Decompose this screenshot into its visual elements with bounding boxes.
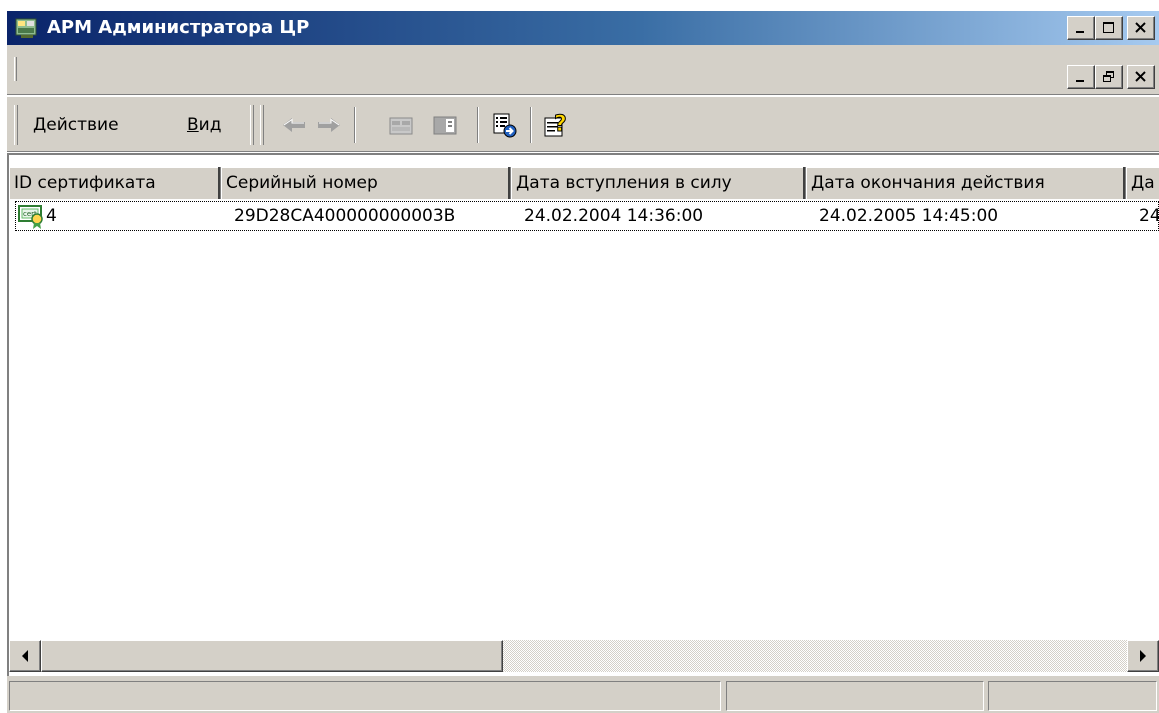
window-title: АРМ Администратора ЦР [47, 17, 310, 38]
menu-action-label: ействие [46, 115, 119, 135]
menu-action[interactable]: Действие [29, 110, 123, 140]
close-icon [1135, 71, 1146, 82]
column-header-serial[interactable]: Серийный номер [221, 167, 511, 199]
mdi-child-bar [7, 45, 1159, 95]
back-arrow-icon [283, 118, 305, 132]
cell-valid-to: 24.02.2005 14:45:00 [819, 206, 999, 226]
toolbar: Действие Вид ? [7, 96, 1159, 152]
status-pane-main [9, 681, 721, 711]
up-level-icon [389, 117, 413, 135]
cell-serial: 29D28CA400000000003B [234, 206, 456, 226]
scroll-thumb[interactable] [41, 640, 503, 672]
minimize-icon [1076, 80, 1084, 82]
menu-grip [14, 105, 18, 145]
forward-arrow-icon [318, 118, 340, 132]
menu-view-label: ид [198, 115, 222, 135]
close-button[interactable] [1127, 16, 1155, 40]
child-close-button[interactable] [1127, 65, 1155, 89]
right-triangle-icon [1140, 650, 1146, 662]
export-list-button[interactable] [487, 108, 521, 142]
column-header-valid-from[interactable]: Дата вступления в силу [511, 167, 806, 199]
minimize-icon [1076, 31, 1084, 33]
cell-cert-id: 4 [46, 206, 57, 226]
menu-action-accel: Д [33, 115, 47, 135]
column-header-valid-to[interactable]: Дата окончания действия [806, 167, 1126, 199]
show-hide-tree-icon [433, 116, 457, 135]
child-minimize-button[interactable] [1067, 65, 1095, 89]
scroll-right-button[interactable] [1127, 640, 1159, 672]
column-header-next[interactable]: Да [1126, 167, 1159, 199]
certificate-list[interactable]: ID сертификата Серийный номер Дата вступ… [7, 153, 1159, 676]
menu-view[interactable]: Вид [183, 110, 225, 140]
restore-icon [1103, 71, 1114, 82]
certificate-icon: cert [18, 202, 46, 230]
title-bar[interactable]: АРМ Администратора ЦР [7, 11, 1159, 45]
export-list-icon [493, 113, 517, 138]
toolbar-separator [477, 107, 479, 143]
status-bar [7, 676, 1159, 713]
child-restore-button[interactable] [1095, 65, 1123, 89]
forward-button[interactable] [312, 108, 346, 142]
back-button[interactable] [277, 108, 311, 142]
minimize-button[interactable] [1067, 16, 1095, 40]
toolbar-separator [354, 107, 356, 143]
close-icon [1135, 22, 1146, 33]
help-icon: ? [544, 112, 567, 138]
scroll-left-button[interactable] [9, 640, 41, 672]
svg-text:?: ? [554, 112, 567, 137]
cell-valid-from: 24.02.2004 14:36:00 [524, 206, 704, 226]
up-level-button[interactable] [384, 108, 418, 142]
cell-next: 24 [1139, 206, 1159, 226]
status-pane-right [988, 681, 1157, 711]
help-button[interactable]: ? [539, 108, 573, 142]
toolbar-grip [260, 105, 264, 145]
toolbar-separator [530, 107, 532, 143]
left-triangle-icon [22, 650, 28, 662]
toolbar-grip [250, 105, 254, 145]
maximize-button[interactable] [1095, 16, 1123, 40]
show-hide-tree-button[interactable] [428, 108, 462, 142]
mmc-console-icon[interactable] [15, 16, 39, 40]
list-header: ID сертификата Серийный номер Дата вступ… [9, 167, 1159, 199]
mdi-grip [14, 57, 17, 81]
table-row[interactable]: cert 4 29D28CA400000000003B 24.02.2004 1… [15, 201, 1159, 231]
horizontal-scrollbar[interactable] [9, 640, 1159, 672]
status-pane-middle [726, 681, 984, 711]
column-header-cert-id[interactable]: ID сертификата [9, 167, 221, 199]
maximize-icon [1103, 22, 1114, 33]
menu-view-accel: В [187, 115, 199, 135]
